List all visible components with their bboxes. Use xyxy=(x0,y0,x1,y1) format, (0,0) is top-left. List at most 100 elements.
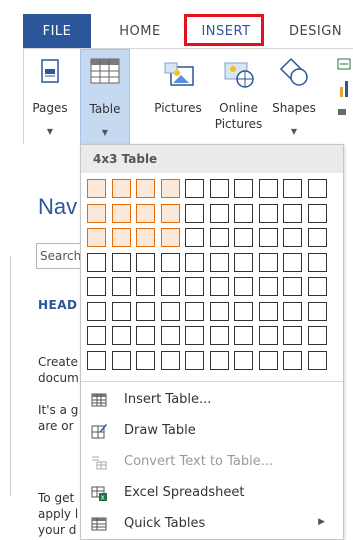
table-grid-cell[interactable] xyxy=(185,301,204,321)
table-grid-cell[interactable] xyxy=(307,252,327,272)
table-grid-cell[interactable] xyxy=(87,228,106,247)
table-button[interactable]: Table ▼ xyxy=(80,49,130,145)
table-grid-cell[interactable] xyxy=(87,203,106,223)
table-grid-cell[interactable] xyxy=(185,228,204,247)
table-grid-cell[interactable] xyxy=(234,228,253,247)
table-grid-cell[interactable] xyxy=(209,350,229,370)
table-grid-cell[interactable] xyxy=(283,277,302,296)
nav-text-line: Create xyxy=(38,355,78,369)
pictures-button[interactable]: Pictures xyxy=(149,49,207,145)
table-grid-cell[interactable] xyxy=(209,326,229,345)
table-grid-cell[interactable] xyxy=(234,252,253,272)
table-grid-cell[interactable] xyxy=(209,203,229,223)
table-grid-cell[interactable] xyxy=(185,179,204,198)
table-grid-cell[interactable] xyxy=(209,277,229,296)
table-grid-cell[interactable] xyxy=(136,301,155,321)
table-grid-cell[interactable] xyxy=(160,326,180,345)
table-grid-cell[interactable] xyxy=(283,179,302,198)
table-grid-cell[interactable] xyxy=(136,326,155,345)
table-grid-cell[interactable] xyxy=(209,252,229,272)
table-grid-cell[interactable] xyxy=(111,301,131,321)
table-grid-cell[interactable] xyxy=(258,228,278,247)
table-grid-cell[interactable] xyxy=(160,350,180,370)
table-grid-cell[interactable] xyxy=(87,252,106,272)
table-grid-cell[interactable] xyxy=(185,350,204,370)
draw-table-menu-item[interactable]: Draw Table xyxy=(81,416,343,447)
table-grid-cell[interactable] xyxy=(283,203,302,223)
table-grid-cell[interactable] xyxy=(111,203,131,223)
table-grid-cell[interactable] xyxy=(87,326,106,345)
table-grid-cell[interactable] xyxy=(160,179,180,198)
tab-home[interactable]: HOME xyxy=(106,14,174,48)
excel-spreadsheet-menu-item[interactable]: x Excel Spreadsheet xyxy=(81,478,343,509)
table-grid-cell[interactable] xyxy=(136,179,155,198)
table-grid-cell[interactable] xyxy=(160,252,180,272)
table-grid-cell[interactable] xyxy=(185,277,204,296)
table-grid-cell[interactable] xyxy=(307,277,327,296)
table-grid-cell[interactable] xyxy=(234,326,253,345)
table-grid-cell[interactable] xyxy=(185,326,204,345)
pages-label: Pages xyxy=(32,101,68,115)
shapes-button[interactable]: Shapes ▼ xyxy=(269,49,319,145)
table-grid-cell[interactable] xyxy=(209,301,229,321)
tab-insert[interactable]: INSERT xyxy=(184,14,266,48)
table-grid-cell[interactable] xyxy=(258,277,278,296)
table-grid-cell[interactable] xyxy=(136,228,155,247)
table-grid-cell[interactable] xyxy=(111,252,131,272)
table-grid-cell[interactable] xyxy=(136,252,155,272)
table-grid-cell[interactable] xyxy=(87,350,106,370)
table-grid-cell[interactable] xyxy=(234,277,253,296)
table-grid-cell[interactable] xyxy=(307,228,327,247)
table-grid-cell[interactable] xyxy=(111,326,131,345)
table-grid-cell[interactable] xyxy=(283,350,302,370)
table-grid-cell[interactable] xyxy=(185,252,204,272)
table-grid-cell[interactable] xyxy=(258,326,278,345)
table-grid-cell[interactable] xyxy=(234,179,253,198)
table-grid-cell[interactable] xyxy=(307,203,327,223)
table-grid-cell[interactable] xyxy=(258,252,278,272)
nav-text-line: are or xyxy=(38,419,74,433)
table-grid-cell[interactable] xyxy=(160,277,180,296)
tab-file[interactable]: FILE xyxy=(23,14,91,48)
online-pictures-label: Online Pictures xyxy=(211,100,266,132)
quick-tables-menu-item[interactable]: Quick Tables ▶ xyxy=(81,509,343,540)
pages-button[interactable]: Pages ▼ xyxy=(28,49,72,145)
table-grid-cell[interactable] xyxy=(111,179,131,198)
table-grid-cell[interactable] xyxy=(136,350,155,370)
table-grid-cell[interactable] xyxy=(258,179,278,198)
chevron-right-icon: ▶ xyxy=(318,517,325,527)
table-grid-cell[interactable] xyxy=(209,179,229,198)
tab-design[interactable]: DESIGN xyxy=(278,14,353,48)
table-grid-cell[interactable] xyxy=(307,179,327,198)
table-grid-cell[interactable] xyxy=(234,301,253,321)
online-pictures-button[interactable]: Online Pictures xyxy=(211,49,266,145)
table-grid-cell[interactable] xyxy=(87,301,106,321)
table-grid-cell[interactable] xyxy=(111,277,131,296)
table-grid-cell[interactable] xyxy=(258,203,278,223)
table-grid-cell[interactable] xyxy=(234,203,253,223)
table-grid-cell[interactable] xyxy=(307,326,327,345)
table-grid-cell[interactable] xyxy=(136,203,155,223)
table-grid-cell[interactable] xyxy=(185,203,204,223)
table-grid-cell[interactable] xyxy=(209,228,229,247)
table-grid-cell[interactable] xyxy=(136,277,155,296)
table-grid-cell[interactable] xyxy=(258,350,278,370)
table-grid-cell[interactable] xyxy=(87,179,106,198)
insert-table-menu-item[interactable]: Insert Table... xyxy=(81,385,343,416)
table-grid-cell[interactable] xyxy=(160,301,180,321)
table-grid-cell[interactable] xyxy=(283,252,302,272)
table-grid-cell[interactable] xyxy=(111,228,131,247)
table-grid-cell[interactable] xyxy=(234,350,253,370)
table-grid-cell[interactable] xyxy=(307,301,327,321)
table-grid-cell[interactable] xyxy=(283,326,302,345)
table-grid-cell[interactable] xyxy=(258,301,278,321)
navigation-headings-tab[interactable]: HEAD xyxy=(38,298,78,312)
table-grid-cell[interactable] xyxy=(160,228,180,247)
table-grid-cell[interactable] xyxy=(307,350,327,370)
table-grid-cell[interactable] xyxy=(87,277,106,296)
table-grid-cell[interactable] xyxy=(283,228,302,247)
table-grid-cell[interactable] xyxy=(160,203,180,223)
convert-text-to-table-menu-item[interactable]: Convert Text to Table... xyxy=(81,447,343,478)
table-grid-cell[interactable] xyxy=(111,350,131,370)
table-grid-cell[interactable] xyxy=(283,301,302,321)
